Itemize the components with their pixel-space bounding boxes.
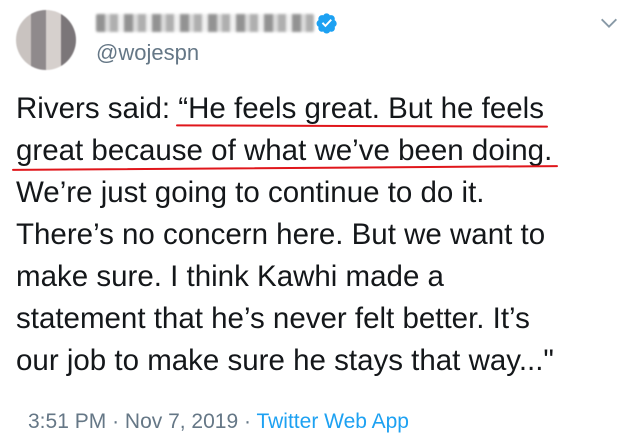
underlined-text-segment: great because of what we’ve been doing. [11,134,559,171]
red-underline-annotation [176,124,548,128]
user-handle[interactable]: @wojespn [96,40,199,66]
red-underline-annotation [11,165,559,171]
tweet-text-line: our job to make sure he stays that way..… [16,340,628,382]
text-segment: Rivers said: [16,92,179,125]
tweet-text-line: Rivers said: “He feels great. But he fee… [16,88,628,130]
text-segment: There’s no concern here. But we want to [16,218,546,251]
tweet-text-line: great because of what we’ve been doing. [11,130,628,172]
underlined-text-segment: “He feels great. But he feels [176,92,548,128]
tweet-text-line: There’s no concern here. But we want to [16,214,628,256]
tweet-text: Rivers said: “He feels great. But he fee… [11,88,628,382]
tweet-text-line: make sure. I think Kawhi made a [16,256,628,298]
tweet-source-link[interactable]: Twitter Web App [256,410,409,433]
separator: · [112,410,120,433]
text-segment: our job to make sure he stays that way..… [16,344,554,377]
tweet-header: @wojespn [0,0,640,80]
verified-badge-icon [316,13,337,34]
tweet-text-line: statement that he’s never felt better. I… [16,298,628,340]
tweet-footer: 3:51 PM · Nov 7, 2019 · Twitter Web App [28,410,409,434]
separator: · [244,410,251,433]
tweet-date[interactable]: Nov 7, 2019 [125,410,238,433]
tweet-text-line: We’re just going to continue to do it. [16,172,628,214]
tweet-time[interactable]: 3:51 PM [28,410,106,433]
chevron-down-icon[interactable] [598,12,620,34]
avatar[interactable] [16,10,76,70]
display-name-redacted[interactable] [96,14,314,32]
text-segment: statement that he’s never felt better. I… [16,302,530,335]
text-segment: make sure. I think Kawhi made a [16,260,444,293]
text-segment: We’re just going to continue to do it. [16,176,485,209]
